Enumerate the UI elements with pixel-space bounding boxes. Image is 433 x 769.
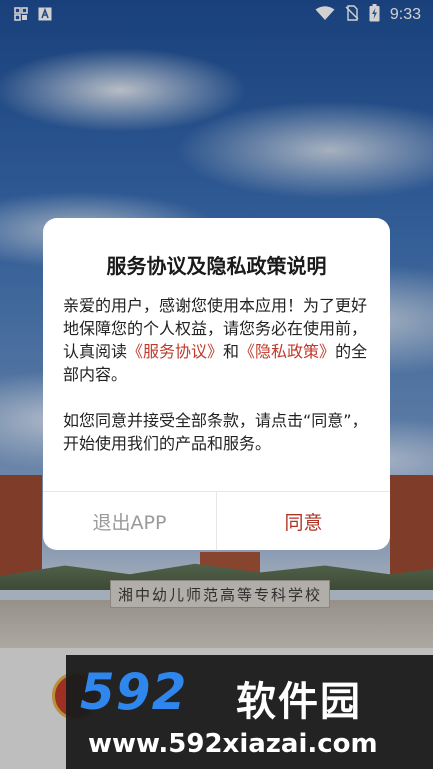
- service-agreement-link[interactable]: 《服务协议》: [127, 342, 223, 361]
- watermark-number: 592: [80, 663, 188, 721]
- privacy-dialog: 服务协议及隐私政策说明 亲爱的用户，感谢您使用本应用！为了更好地保障您的个人权益…: [43, 218, 390, 550]
- dialog-text-and: 和: [223, 342, 240, 361]
- dialog-title: 服务协议及隐私政策说明: [106, 254, 327, 278]
- agree-button[interactable]: 同意: [217, 492, 390, 550]
- dialog-body: 亲爱的用户，感谢您使用本应用！为了更好地保障您的个人权益，请您务必在使用前，认真…: [63, 294, 372, 455]
- dialog-paragraph-1: 亲爱的用户，感谢您使用本应用！为了更好地保障您的个人权益，请您务必在使用前，认真…: [63, 294, 372, 386]
- watermark-banner: 592 软件园 www.592xiazai.com: [66, 655, 433, 769]
- watermark-url: www.592xiazai.com: [88, 729, 378, 759]
- exit-app-button[interactable]: 退出APP: [43, 492, 216, 550]
- privacy-policy-link[interactable]: 《隐私政策》: [239, 342, 335, 361]
- watermark-brand: 软件园: [236, 679, 362, 725]
- dialog-paragraph-2: 如您同意并接受全部条款，请点击“同意”，开始使用我们的产品和服务。: [63, 411, 368, 453]
